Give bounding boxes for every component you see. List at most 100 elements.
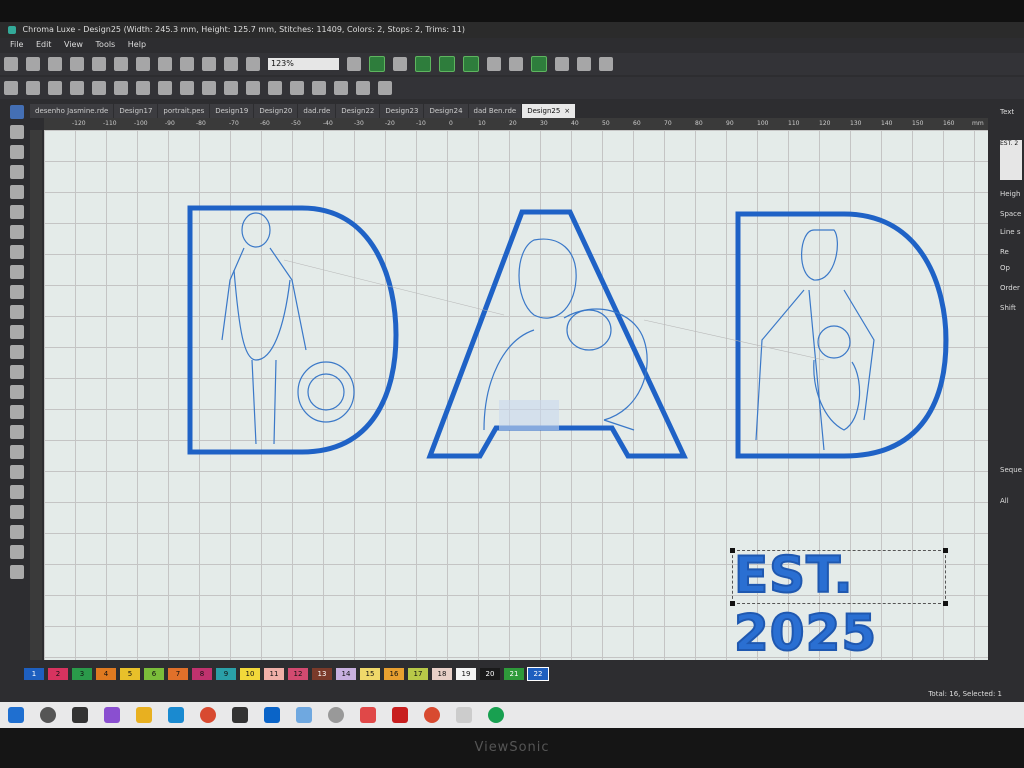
curve-icon[interactable] [10, 165, 24, 179]
color-swatch[interactable]: 6 [144, 668, 164, 680]
color-swatch[interactable]: 20 [480, 668, 500, 680]
nodes-icon[interactable] [487, 57, 501, 71]
menu-file[interactable]: File [10, 40, 23, 49]
zoom-icon[interactable] [347, 57, 361, 71]
menu-view[interactable]: View [64, 40, 83, 49]
box-icon[interactable] [356, 81, 370, 95]
task-view-icon[interactable] [72, 707, 88, 723]
color-swatch[interactable]: 3 [72, 668, 92, 680]
copy-icon[interactable] [180, 57, 194, 71]
new-icon[interactable] [4, 57, 18, 71]
monogram-icon[interactable] [10, 345, 24, 359]
color-swatch[interactable]: 16 [384, 668, 404, 680]
text-value-box[interactable]: EST. 2 [1000, 140, 1022, 180]
acrobat-icon[interactable] [392, 707, 408, 723]
satin-icon[interactable] [10, 385, 24, 399]
color-swatch[interactable]: 17 [408, 668, 428, 680]
select-all-icon[interactable] [202, 81, 216, 95]
checkbox-re[interactable]: Re [1000, 248, 1009, 256]
refresh-icon[interactable] [312, 81, 326, 95]
selection-handle[interactable] [943, 548, 948, 553]
checkbox-op[interactable]: Op [1000, 264, 1010, 272]
close-tab-icon[interactable]: × [564, 107, 570, 115]
copilot-icon[interactable] [104, 707, 120, 723]
paste-icon[interactable] [202, 57, 216, 71]
print-icon[interactable] [70, 57, 84, 71]
color-swatch[interactable]: 1 [24, 668, 44, 680]
pen-icon[interactable] [10, 145, 24, 159]
app-icon-5[interactable] [456, 707, 472, 723]
bring-front-icon[interactable] [158, 81, 172, 95]
fit-icon[interactable] [378, 81, 392, 95]
crosshair-icon[interactable] [70, 81, 84, 95]
run-stitch-icon[interactable] [10, 405, 24, 419]
cross-stitch-icon[interactable] [10, 525, 24, 539]
distribute-icon[interactable] [224, 81, 238, 95]
layers-icon[interactable] [509, 57, 523, 71]
color-swatch[interactable]: 12 [288, 668, 308, 680]
circle-icon[interactable] [48, 81, 62, 95]
color-swatch[interactable]: 21 [504, 668, 524, 680]
node-edit-icon[interactable] [10, 125, 24, 139]
wave-icon[interactable] [10, 545, 24, 559]
color-swatch[interactable]: 5 [120, 668, 140, 680]
applique-icon[interactable] [10, 465, 24, 479]
color-swatch[interactable]: 7 [168, 668, 188, 680]
outlook-icon[interactable] [264, 707, 280, 723]
chrome-icon-2[interactable] [424, 707, 440, 723]
app-icon-3[interactable] [328, 707, 344, 723]
tab-design23[interactable]: Design23 [380, 104, 424, 118]
menu-tools[interactable]: Tools [96, 40, 116, 49]
stitch-view-icon[interactable] [463, 56, 479, 72]
chroma-luxe-taskbar-icon[interactable] [488, 707, 504, 723]
rotate-left-icon[interactable] [268, 81, 282, 95]
list-icon[interactable] [10, 365, 24, 379]
color-swatch[interactable]: 10 [240, 668, 260, 680]
rotate-right-icon[interactable] [290, 81, 304, 95]
send-back-icon[interactable] [180, 81, 194, 95]
menu-help[interactable]: Help [128, 40, 146, 49]
color-swatch[interactable]: 18 [432, 668, 452, 680]
link-icon[interactable] [10, 565, 24, 579]
import-image-icon[interactable] [114, 57, 128, 71]
menu-edit[interactable]: Edit [36, 40, 52, 49]
fill-icon[interactable] [10, 445, 24, 459]
measure-icon[interactable] [10, 245, 24, 259]
tab-dad[interactable]: dad.rde [298, 104, 336, 118]
color-swatch[interactable]: 2 [48, 668, 68, 680]
color-swatch[interactable]: 4 [96, 668, 116, 680]
tab-design24[interactable]: Design24 [424, 104, 468, 118]
file-explorer-icon[interactable] [136, 707, 152, 723]
selection-handle[interactable] [730, 601, 735, 606]
magic-icon[interactable] [10, 305, 24, 319]
color-swatch[interactable]: 19 [456, 668, 476, 680]
tab-design19[interactable]: Design19 [210, 104, 254, 118]
color-swatch[interactable]: 14 [336, 668, 356, 680]
search-icon[interactable] [40, 707, 56, 723]
undo-icon[interactable] [224, 57, 238, 71]
color-swatch[interactable]: 9 [216, 668, 236, 680]
text-tool-icon[interactable] [10, 325, 24, 339]
tab-portrait[interactable]: portrait.pes [158, 104, 210, 118]
fan-icon[interactable] [10, 485, 24, 499]
frame-icon[interactable] [577, 57, 591, 71]
cut-icon[interactable] [158, 57, 172, 71]
eraser-icon[interactable] [10, 225, 24, 239]
image-tool-icon[interactable] [10, 265, 24, 279]
open-icon[interactable] [26, 57, 40, 71]
tab-dad-ben[interactable]: dad Ben.rde [468, 104, 522, 118]
edge-icon[interactable] [168, 707, 184, 723]
device-icon[interactable] [599, 57, 613, 71]
target-icon[interactable] [92, 81, 106, 95]
grid-icon[interactable] [439, 56, 455, 72]
design-canvas[interactable]: EST. 2025 [44, 130, 988, 663]
chrome-icon[interactable] [200, 707, 216, 723]
motif-icon[interactable] [10, 425, 24, 439]
sequence-all[interactable]: All [1000, 497, 1009, 505]
arrange-icon[interactable] [114, 81, 128, 95]
needle-icon[interactable] [393, 57, 407, 71]
zoom-select[interactable]: 123% [268, 58, 339, 70]
hoop-icon[interactable] [555, 57, 569, 71]
redo-icon[interactable] [246, 57, 260, 71]
start-icon[interactable] [8, 707, 24, 723]
